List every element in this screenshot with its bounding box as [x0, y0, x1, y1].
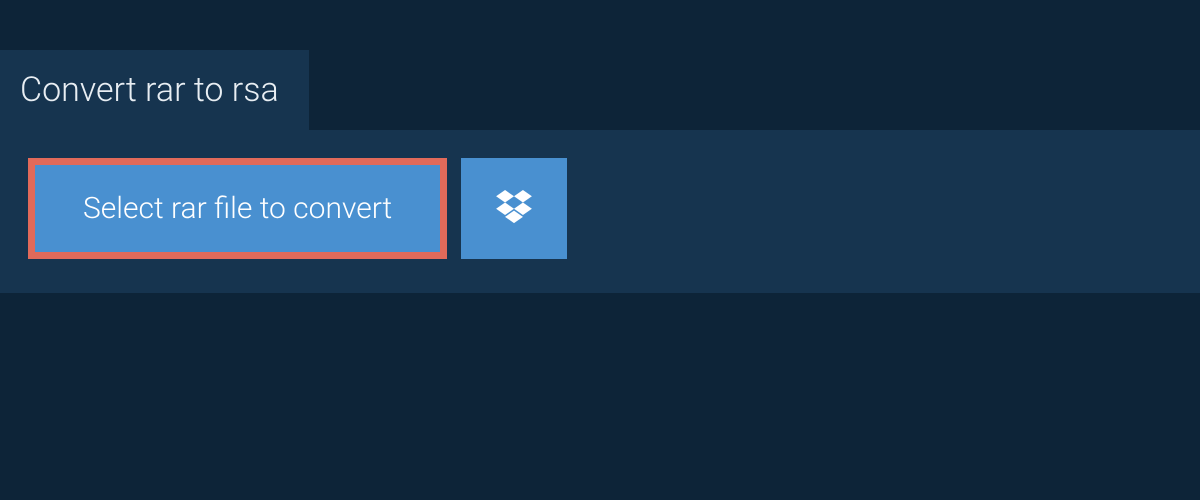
content-panel: Select rar file to convert [0, 130, 1200, 293]
button-row: Select rar file to convert [28, 158, 1172, 259]
dropbox-button[interactable] [461, 158, 567, 259]
select-file-button[interactable]: Select rar file to convert [28, 158, 447, 259]
dropbox-icon [496, 190, 532, 227]
tab-header: Convert rar to rsa [0, 50, 309, 130]
page-title: Convert rar to rsa [20, 70, 279, 110]
select-file-label: Select rar file to convert [83, 191, 392, 226]
